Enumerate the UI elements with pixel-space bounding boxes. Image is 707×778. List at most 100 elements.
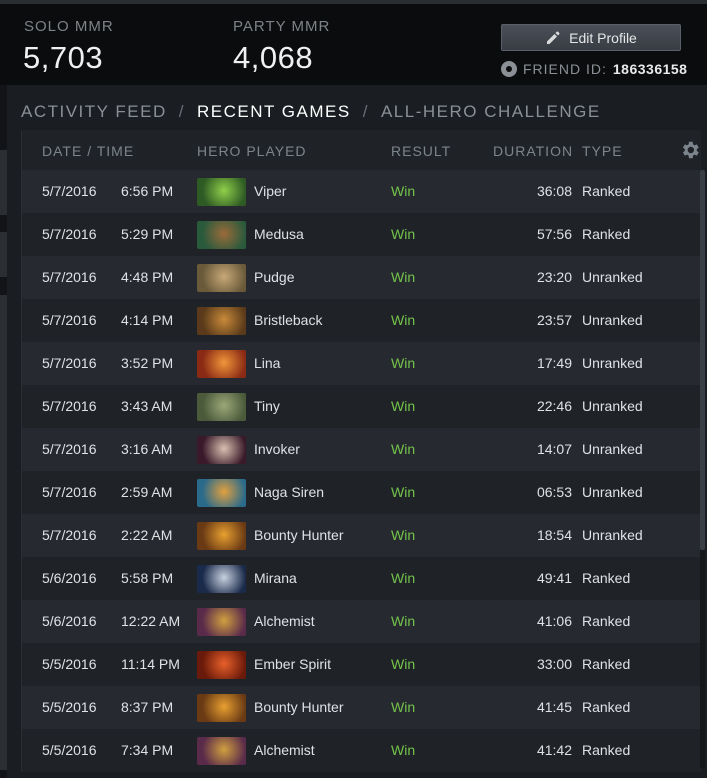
naga-siren-portrait: [197, 479, 246, 507]
row-duration: 41:45: [536, 699, 572, 715]
tab-recent-games[interactable]: RECENT GAMES: [197, 102, 351, 122]
table-body: 5/7/2016 6:56 PM Viper Win 36:08 Ranked 5/7/20…: [22, 170, 700, 772]
table-row[interactable]: 5/7/2016 3:16 AM Invoker Win 14:07 Unranked: [22, 428, 700, 471]
row-date: 5/5/2016: [42, 656, 97, 672]
table-header: DATE / TIME HERO PLAYED RESULT DURATION …: [22, 130, 702, 170]
row-time: 5:58 PM: [121, 570, 174, 586]
solo-mmr-value: 5,703: [23, 40, 104, 75]
table-row[interactable]: 5/7/2016 6:56 PM Viper Win 36:08 Ranked: [22, 170, 700, 213]
profile-header: SOLO MMR 5,703 PARTY MMR 4,068 Edit Prof…: [0, 0, 707, 85]
tab-separator: /: [362, 102, 369, 121]
row-hero-name: Tiny: [254, 398, 280, 414]
row-date: 5/7/2016: [42, 183, 97, 199]
tab-all-hero-challenge[interactable]: ALL-HERO CHALLENGE: [381, 102, 601, 122]
friend-id: FRIEND ID: 186336158: [501, 61, 687, 77]
mirana-portrait: [197, 565, 246, 593]
tab-separator: /: [178, 102, 185, 121]
row-type: Ranked: [582, 570, 631, 586]
row-time: 3:16 AM: [121, 441, 173, 457]
column-hero[interactable]: HERO PLAYED: [197, 143, 307, 159]
row-duration: 23:20: [536, 269, 572, 285]
row-duration: 14:07: [536, 441, 572, 457]
table-row[interactable]: 5/6/2016 12:22 AM Alchemist Win 41:06 Ranked: [22, 600, 700, 643]
row-result: Win: [391, 398, 416, 414]
lina-portrait: [197, 350, 246, 378]
row-result: Win: [391, 570, 416, 586]
row-hero-name: Pudge: [254, 269, 295, 285]
party-mmr-label: PARTY MMR: [233, 18, 331, 35]
pencil-icon: [547, 31, 560, 44]
row-result: Win: [391, 613, 416, 629]
table-row[interactable]: 5/7/2016 4:14 PM Bristleback Win 23:57 Unrank…: [22, 299, 700, 342]
row-type: Unranked: [582, 484, 643, 500]
row-result: Win: [391, 742, 416, 758]
row-hero-name: Alchemist: [254, 613, 315, 629]
viper-portrait: [197, 178, 246, 206]
ember-spirit-portrait: [197, 651, 246, 679]
row-type: Unranked: [582, 269, 643, 285]
tab-activity-feed[interactable]: ACTIVITY FEED: [21, 102, 167, 122]
tiny-portrait: [197, 393, 246, 421]
table-row[interactable]: 5/7/2016 4:48 PM Pudge Win 23:20 Unranked: [22, 256, 700, 299]
row-duration: 49:41: [536, 570, 572, 586]
row-date: 5/6/2016: [42, 613, 97, 629]
row-hero-name: Bounty Hunter: [254, 527, 344, 543]
recent-games-table: DATE / TIME HERO PLAYED RESULT DURATION …: [21, 130, 701, 772]
table-row[interactable]: 5/7/2016 2:22 AM Bounty Hunter Win 18:54 Unra…: [22, 514, 700, 557]
table-row[interactable]: 5/5/2016 7:34 PM Alchemist Win 41:42 Ranked: [22, 729, 700, 772]
row-date: 5/6/2016: [42, 570, 97, 586]
column-duration[interactable]: DURATION: [493, 143, 573, 159]
row-result: Win: [391, 269, 416, 285]
row-time: 5:29 PM: [121, 226, 174, 242]
row-time: 2:59 AM: [121, 484, 173, 500]
row-date: 5/7/2016: [42, 398, 97, 414]
row-date: 5/5/2016: [42, 742, 97, 758]
row-duration: 41:42: [536, 742, 572, 758]
column-result[interactable]: RESULT: [391, 143, 451, 159]
row-duration: 18:54: [536, 527, 572, 543]
table-row[interactable]: 5/7/2016 3:52 PM Lina Win 17:49 Unranked: [22, 342, 700, 385]
table-row[interactable]: 5/7/2016 3:43 AM Tiny Win 22:46 Unranked: [22, 385, 700, 428]
row-hero-name: Naga Siren: [254, 484, 325, 500]
edit-profile-button[interactable]: Edit Profile: [501, 24, 681, 51]
table-row[interactable]: 5/5/2016 11:14 PM Ember Spirit Win 33:00 Rank…: [22, 643, 700, 686]
row-hero-name: Bounty Hunter: [254, 699, 344, 715]
row-result: Win: [391, 226, 416, 242]
row-type: Ranked: [582, 226, 631, 242]
row-time: 7:34 PM: [121, 742, 174, 758]
steam-icon: [501, 61, 517, 77]
row-hero-name: Mirana: [254, 570, 297, 586]
left-sidebar-panel: [0, 295, 7, 770]
row-hero-name: Bristleback: [254, 312, 323, 328]
row-result: Win: [391, 312, 416, 328]
row-result: Win: [391, 484, 416, 500]
row-type: Ranked: [582, 699, 631, 715]
left-sidebar-panel: [0, 232, 7, 277]
row-time: 3:43 AM: [121, 398, 173, 414]
column-type[interactable]: TYPE: [582, 143, 623, 159]
invoker-portrait: [197, 436, 246, 464]
table-row[interactable]: 5/7/2016 5:29 PM Medusa Win 57:56 Ranked: [22, 213, 700, 256]
edit-profile-label: Edit Profile: [569, 29, 637, 46]
row-time: 2:22 AM: [121, 527, 173, 543]
table-row[interactable]: 5/7/2016 2:59 AM Naga Siren Win 06:53 Unranke…: [22, 471, 700, 514]
row-result: Win: [391, 699, 416, 715]
row-hero-name: Viper: [254, 183, 287, 199]
row-result: Win: [391, 527, 416, 543]
gear-icon[interactable]: [679, 139, 701, 161]
row-type: Unranked: [582, 398, 643, 414]
profile-tabs: ACTIVITY FEED / RECENT GAMES / ALL-HERO …: [21, 102, 601, 122]
row-time: 12:22 AM: [121, 613, 181, 629]
column-date-time[interactable]: DATE / TIME: [42, 143, 134, 159]
row-result: Win: [391, 183, 416, 199]
scrollbar-thumb[interactable]: [700, 170, 705, 550]
row-type: Unranked: [582, 355, 643, 371]
table-row[interactable]: 5/5/2016 8:37 PM Bounty Hunter Win 41:45 Rank…: [22, 686, 700, 729]
medusa-portrait: [197, 221, 246, 249]
row-duration: 36:08: [536, 183, 572, 199]
bounty-hunter-portrait: [197, 694, 246, 722]
table-row[interactable]: 5/6/2016 5:58 PM Mirana Win 49:41 Ranked: [22, 557, 700, 600]
alchemist-portrait: [197, 608, 246, 636]
solo-mmr-label: SOLO MMR: [24, 18, 114, 35]
row-time: 4:48 PM: [121, 269, 174, 285]
